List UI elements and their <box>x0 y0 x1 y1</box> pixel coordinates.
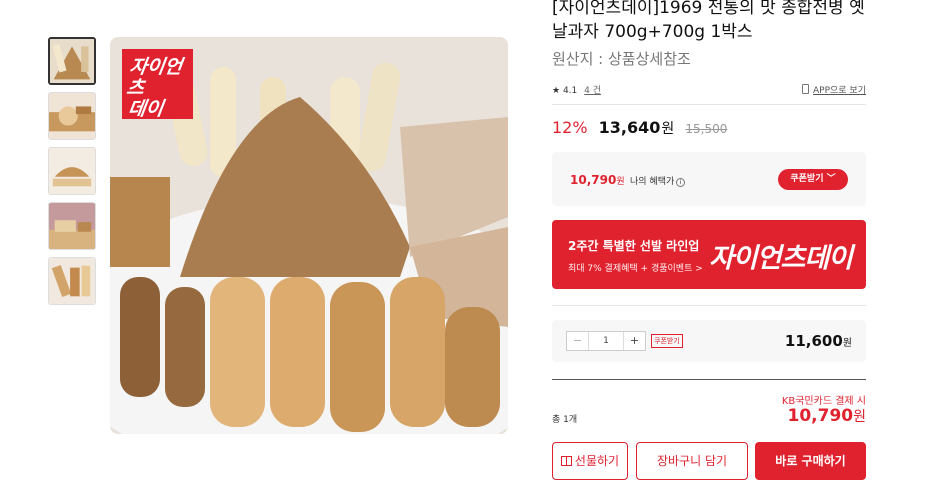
promo-title: 2주간 특별한 선발 라인업 <box>568 239 700 253</box>
gift-icon <box>560 456 572 466</box>
product-main-image[interactable]: 자이언츠 데이 <box>110 37 508 434</box>
divider <box>552 305 866 306</box>
divider <box>552 104 866 105</box>
benefit-label: 나의 혜택가 i <box>630 174 686 187</box>
price-row: 12% 13,640원 15,500 <box>552 118 727 138</box>
coupon-download-button[interactable]: 쿠폰받기 ﹀ <box>778 169 848 190</box>
decrease-button[interactable]: − <box>567 332 589 350</box>
promo-subtitle: 최대 7% 결제혜택 + 경품이벤트 > <box>568 264 703 274</box>
rating-row: ★ 4.1 4 건 APP으로 보기 <box>552 83 866 97</box>
quantity-stepper: − 1 + <box>566 331 646 351</box>
promo-brand-logo: 자이언츠데이 <box>708 243 853 274</box>
gift-button-label: 선물하기 <box>574 454 620 468</box>
benefit-price-unit: 원 <box>616 177 625 187</box>
product-origin: 원산지 : 상품상세참조 <box>552 50 691 68</box>
product-title: [자이언츠데이]1969 전통의 맛 종합전병 옛날과자 700g+700g 1… <box>552 0 865 42</box>
promo-banner[interactable]: 2주간 특별한 선발 라인업 최대 7% 결제혜택 + 경품이벤트 > 자이언츠… <box>552 220 866 289</box>
total-price-value: 10,790 <box>787 406 854 426</box>
benefit-price: 10,790원 <box>570 173 625 187</box>
thumbnail-5[interactable] <box>48 257 96 305</box>
badge-line-2: 데이 <box>126 98 165 120</box>
brand-badge: 자이언츠 데이 <box>122 49 193 120</box>
quantity-value[interactable]: 1 <box>589 332 623 350</box>
benefit-price-box: 10,790원 나의 혜택가 i 쿠폰받기 ﹀ <box>552 152 866 206</box>
app-view-label: APP으로 보기 <box>813 86 866 96</box>
thumbnail-list <box>48 37 97 312</box>
buy-now-button[interactable]: 바로 구매하기 <box>755 442 866 480</box>
badge-line-1: 자이언츠 <box>125 56 184 99</box>
star-icon: ★ <box>552 86 561 96</box>
add-to-cart-button[interactable]: 장바구니 담기 <box>636 442 748 480</box>
thumbnail-3[interactable] <box>48 147 96 195</box>
benefit-price-value: 10,790 <box>570 173 617 187</box>
thumbnail-4[interactable] <box>48 202 96 250</box>
gift-button[interactable]: 선물하기 <box>552 442 628 480</box>
original-price: 15,500 <box>685 122 728 136</box>
total-price-unit: 원 <box>853 409 866 425</box>
total-price: 10,790원 <box>788 406 867 426</box>
thumbnail-2[interactable] <box>48 92 96 140</box>
sale-price-unit: 원 <box>661 121 675 137</box>
discount-rate: 12% <box>552 118 588 137</box>
phone-icon <box>802 84 809 94</box>
review-count-link[interactable]: 4 건 <box>584 86 601 96</box>
benefit-label-text: 나의 혜택가 <box>630 177 675 187</box>
total-divider <box>552 379 866 380</box>
quantity-box: − 1 + 쿠폰받기 11,600원 <box>552 320 866 362</box>
total-count: 총 1개 <box>552 415 578 425</box>
thumbnail-1[interactable] <box>48 37 96 85</box>
info-icon[interactable]: i <box>676 178 686 187</box>
coupon-tag[interactable]: 쿠폰받기 <box>651 334 683 348</box>
increase-button[interactable]: + <box>623 332 645 350</box>
product-page: 자이언츠 데이 [자이언츠데이]1969 전통의 맛 종합전병 옛날과자 700… <box>0 0 930 498</box>
line-price-unit: 원 <box>842 338 852 349</box>
line-price: 11,600원 <box>785 332 852 350</box>
line-price-value: 11,600 <box>784 332 843 350</box>
app-view-link[interactable]: APP으로 보기 <box>802 83 866 96</box>
sale-price: 13,640 <box>598 118 661 137</box>
rating-value: 4.1 <box>562 86 578 96</box>
card-benefit-label: KB국민카드 결제 시 <box>781 396 866 407</box>
